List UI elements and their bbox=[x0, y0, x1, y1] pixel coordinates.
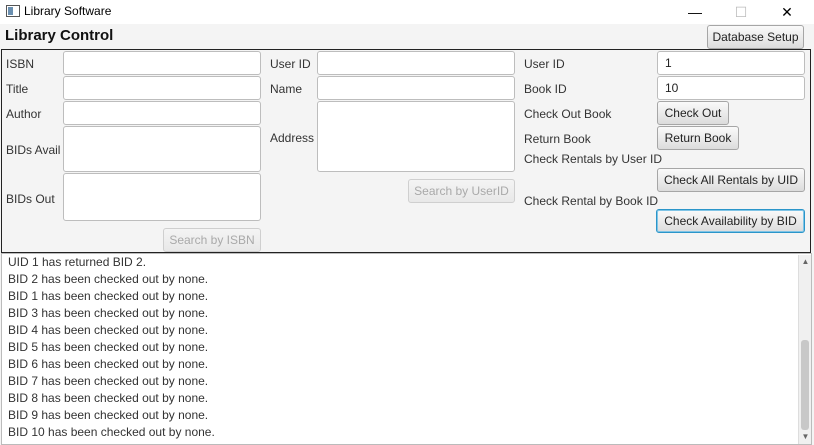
book-id-label: Book ID bbox=[524, 82, 567, 96]
form-panel: ISBN Title Author BIDs Avail BIDs Out Se… bbox=[1, 49, 811, 253]
isbn-field[interactable] bbox=[63, 51, 261, 75]
log-line: BID 1 has been checked out by none. bbox=[8, 289, 209, 303]
vertical-scrollbar[interactable]: ▲ ▼ bbox=[798, 255, 811, 444]
book-id-field[interactable]: 10 bbox=[657, 76, 805, 100]
author-field[interactable] bbox=[63, 101, 261, 125]
search-by-userid-button[interactable]: Search by UserID bbox=[408, 179, 515, 203]
log-line: BID 3 has been checked out by none. bbox=[8, 306, 209, 320]
search-by-isbn-button[interactable]: Search by ISBN bbox=[163, 228, 261, 252]
check-out-button[interactable]: Check Out bbox=[657, 101, 729, 125]
close-icon[interactable]: ✕ bbox=[764, 0, 810, 24]
window-title-bar: Library Software — ☐ ✕ bbox=[0, 0, 814, 24]
check-all-rentals-button[interactable]: Check All Rentals by UID bbox=[657, 168, 805, 192]
user-id-label: User ID bbox=[270, 57, 311, 71]
check-out-book-label: Check Out Book bbox=[524, 107, 612, 121]
return-book-button[interactable]: Return Book bbox=[657, 126, 739, 150]
bids-avail-label: BIDs Avail bbox=[6, 143, 61, 157]
check-rentals-by-user-label: Check Rentals by User ID bbox=[524, 152, 663, 166]
user-id-field[interactable] bbox=[317, 51, 515, 75]
log-line: BID 6 has been checked out by none. bbox=[8, 357, 209, 371]
bids-out-field[interactable] bbox=[63, 173, 261, 221]
title-field[interactable] bbox=[63, 76, 261, 100]
app-window-icon bbox=[6, 5, 20, 17]
author-label: Author bbox=[6, 107, 42, 121]
scroll-thumb[interactable] bbox=[801, 340, 809, 430]
page-title: Library Control bbox=[5, 27, 114, 44]
output-log[interactable]: UID 1 has returned BID 2. BID 2 has been… bbox=[1, 253, 812, 445]
name-label: Name bbox=[270, 82, 303, 96]
address-label: Address bbox=[270, 131, 315, 145]
rental-user-id-field[interactable]: 1 bbox=[657, 51, 805, 75]
return-book-label: Return Book bbox=[524, 132, 591, 146]
log-line: BID 7 has been checked out by none. bbox=[8, 374, 209, 388]
isbn-label: ISBN bbox=[6, 57, 35, 71]
name-field[interactable] bbox=[317, 76, 515, 100]
log-line: UID 1 has returned BID 2. bbox=[8, 255, 147, 269]
minimize-icon[interactable]: — bbox=[672, 0, 718, 24]
window-title: Library Software bbox=[24, 4, 112, 18]
address-field[interactable] bbox=[317, 101, 515, 172]
scroll-up-icon[interactable]: ▲ bbox=[801, 257, 810, 266]
scroll-down-icon[interactable]: ▼ bbox=[801, 432, 810, 441]
log-line: BID 9 has been checked out by none. bbox=[8, 408, 209, 422]
check-availability-button[interactable]: Check Availability by BID bbox=[656, 209, 805, 233]
log-line: BID 2 has been checked out by none. bbox=[8, 272, 209, 286]
log-line: BID 10 has been checked out by none. bbox=[8, 425, 215, 439]
bids-avail-field[interactable] bbox=[63, 126, 261, 172]
rental-user-id-label: User ID bbox=[524, 57, 565, 71]
maximize-icon[interactable]: ☐ bbox=[718, 0, 764, 24]
database-setup-button[interactable]: Database Setup bbox=[707, 25, 804, 49]
check-rental-by-book-label: Check Rental by Book ID bbox=[524, 194, 659, 208]
log-line: BID 4 has been checked out by none. bbox=[8, 323, 209, 337]
title-label: Title bbox=[6, 82, 29, 96]
log-line: BID 5 has been checked out by none. bbox=[8, 340, 209, 354]
log-line: BID 8 has been checked out by none. bbox=[8, 391, 209, 405]
bids-out-label: BIDs Out bbox=[6, 192, 55, 206]
